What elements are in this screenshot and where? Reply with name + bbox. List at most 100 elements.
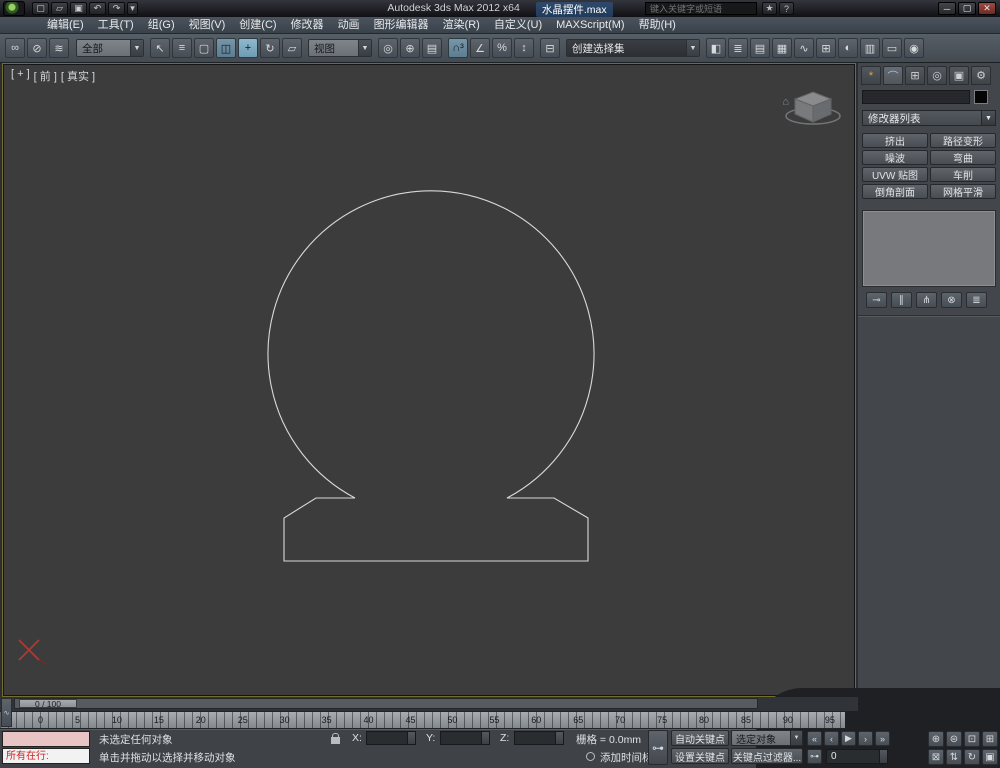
modifier-pathdeform-button[interactable]: 路径变形 bbox=[930, 133, 996, 148]
set-key-button[interactable]: 设置关键点 bbox=[671, 748, 729, 764]
percent-snap-icon[interactable]: % bbox=[492, 38, 512, 58]
render-production-icon[interactable]: ◉ bbox=[904, 38, 924, 58]
named-sets-combo[interactable]: 创建选择集 ▼ bbox=[566, 39, 700, 57]
unlink-icon[interactable]: ⊘ bbox=[27, 38, 47, 58]
new-file-icon[interactable]: ▢ bbox=[32, 2, 49, 15]
z-coordinate-field[interactable] bbox=[514, 731, 564, 745]
mini-curve-editor-icon[interactable]: ∿ bbox=[1, 698, 12, 727]
viewport-shading-menu[interactable]: [ 真实 ] bbox=[61, 68, 95, 84]
show-end-result-icon[interactable]: ∥ bbox=[891, 292, 912, 308]
time-slider-handle[interactable]: 0 / 100 bbox=[19, 699, 77, 709]
make-unique-icon[interactable]: ⋔ bbox=[916, 292, 937, 308]
viewcube[interactable] bbox=[785, 91, 841, 125]
use-pivot-center-icon[interactable]: ◎ bbox=[378, 38, 398, 58]
configure-modifier-sets-icon[interactable]: ≣ bbox=[966, 292, 987, 308]
menu-views[interactable]: 视图(V) bbox=[182, 17, 233, 34]
menu-group[interactable]: 组(G) bbox=[141, 17, 182, 34]
modifier-meshsmooth-button[interactable]: 网格平滑 bbox=[930, 184, 996, 199]
modifier-lathe-button[interactable]: 车削 bbox=[930, 167, 996, 182]
viewport-general-menu[interactable]: [ + ] bbox=[11, 68, 30, 84]
tab-display-icon[interactable]: ▣ bbox=[949, 66, 969, 85]
maximize-viewport-toggle-icon[interactable]: ▣ bbox=[982, 749, 998, 765]
key-mode-toggle-icon[interactable]: ⊶ bbox=[807, 749, 822, 764]
selection-filter-combo[interactable]: 全部 ▼ bbox=[76, 39, 144, 57]
macro-recorder-field[interactable] bbox=[2, 731, 90, 747]
rendered-frame-icon[interactable]: ▭ bbox=[882, 38, 902, 58]
favorites-star-icon[interactable]: ★ bbox=[762, 2, 777, 15]
track-bar-ruler[interactable]: 0 5 10 15 20 25 30 35 40 45 50 55 60 65 … bbox=[0, 711, 845, 729]
chevron-down-icon[interactable]: ▼ bbox=[358, 40, 371, 56]
modifier-noise-button[interactable]: 噪波 bbox=[862, 150, 928, 165]
select-object-icon[interactable]: ↖ bbox=[150, 38, 170, 58]
reference-coord-combo[interactable]: 视图 ▼ bbox=[308, 39, 372, 57]
open-file-icon[interactable]: ▱ bbox=[51, 2, 68, 15]
save-file-icon[interactable]: ▣ bbox=[70, 2, 87, 15]
help-icon[interactable]: ? bbox=[779, 2, 794, 15]
zoom-icon[interactable]: ⊕ bbox=[928, 731, 944, 747]
select-scale-icon[interactable]: ▱ bbox=[282, 38, 302, 58]
x-coordinate-field[interactable] bbox=[366, 731, 416, 745]
modifier-uvwmap-button[interactable]: UVW 贴图 bbox=[862, 167, 928, 182]
tab-hierarchy-icon[interactable]: ⊞ bbox=[905, 66, 925, 85]
key-filters-button[interactable]: 关键点过滤器... bbox=[731, 748, 803, 764]
modifier-stack-list[interactable] bbox=[862, 210, 996, 287]
bind-spacewarp-icon[interactable]: ≋ bbox=[49, 38, 69, 58]
viewcube-home-icon[interactable]: ⌂ bbox=[782, 96, 789, 108]
select-move-icon[interactable]: + bbox=[238, 38, 258, 58]
minimize-button[interactable]: ─ bbox=[938, 2, 956, 15]
menu-customize[interactable]: 自定义(U) bbox=[487, 17, 549, 34]
remove-modifier-icon[interactable]: ⊗ bbox=[941, 292, 962, 308]
menu-rendering[interactable]: 渲染(R) bbox=[436, 17, 487, 34]
quick-access-flyout-icon[interactable]: ▾ bbox=[127, 2, 138, 15]
chevron-down-icon[interactable]: ▼ bbox=[686, 40, 699, 56]
rect-selection-region-icon[interactable]: ▢ bbox=[194, 38, 214, 58]
angle-snap-icon[interactable]: ∠ bbox=[470, 38, 490, 58]
menu-maxscript[interactable]: MAXScript(M) bbox=[549, 17, 631, 34]
zoom-extents-icon[interactable]: ⊡ bbox=[964, 731, 980, 747]
select-manipulate-icon[interactable]: ⊕ bbox=[400, 38, 420, 58]
menu-edit[interactable]: 编辑(E) bbox=[40, 17, 91, 34]
orbit-icon[interactable]: ↻ bbox=[964, 749, 980, 765]
tab-utilities-icon[interactable]: ⚙ bbox=[971, 66, 991, 85]
play-animation-icon[interactable]: ▶ bbox=[841, 731, 856, 746]
snap-3d-icon[interactable]: ∩³ bbox=[448, 38, 468, 58]
zoom-extents-all-icon[interactable]: ⊞ bbox=[982, 731, 998, 747]
tab-modify-icon[interactable]: ⌒ bbox=[883, 66, 903, 85]
modifier-bevelprofile-button[interactable]: 倒角剖面 bbox=[862, 184, 928, 199]
next-frame-icon[interactable]: › bbox=[858, 731, 873, 746]
modifier-bend-button[interactable]: 弯曲 bbox=[930, 150, 996, 165]
menu-help[interactable]: 帮助(H) bbox=[632, 17, 683, 34]
viewport-canvas[interactable] bbox=[3, 64, 855, 696]
schematic-view-icon[interactable]: ⊞ bbox=[816, 38, 836, 58]
menu-animation[interactable]: 动画 bbox=[331, 17, 367, 34]
material-editor-icon[interactable]: ◐ bbox=[838, 38, 858, 58]
selection-lock-icon[interactable] bbox=[331, 733, 340, 744]
menu-graph-editors[interactable]: 图形编辑器 bbox=[367, 17, 436, 34]
chevron-down-icon[interactable]: ▼ bbox=[130, 40, 143, 56]
zoom-all-icon[interactable]: ⊜ bbox=[946, 731, 962, 747]
app-menu-logo-icon[interactable] bbox=[3, 1, 25, 16]
object-name-field[interactable] bbox=[862, 90, 970, 104]
infocenter-search-input[interactable] bbox=[645, 2, 757, 15]
window-crossing-icon[interactable]: ◫ bbox=[216, 38, 236, 58]
tab-create-icon[interactable]: * bbox=[861, 66, 881, 85]
pan-view-icon[interactable]: ⇅ bbox=[946, 749, 962, 765]
curve-editor-icon[interactable]: ∿ bbox=[794, 38, 814, 58]
close-button[interactable]: ✕ bbox=[978, 2, 996, 15]
key-selection-combo[interactable]: 选定对象 ▼ bbox=[731, 730, 803, 746]
time-slider-track[interactable]: 0 / 100 bbox=[14, 698, 758, 709]
chevron-down-icon[interactable]: ▼ bbox=[790, 731, 802, 745]
maximize-button[interactable]: ▢ bbox=[958, 2, 976, 15]
object-color-swatch[interactable] bbox=[974, 90, 988, 104]
previous-frame-icon[interactable]: ‹ bbox=[824, 731, 839, 746]
keyboard-override-icon[interactable]: ▤ bbox=[422, 38, 442, 58]
pin-stack-icon[interactable]: ⊸ bbox=[866, 292, 887, 308]
undo-icon[interactable]: ↶ bbox=[89, 2, 106, 15]
front-viewport[interactable]: [ + ] [ 前 ] [ 真实 ] ⌂ bbox=[2, 63, 856, 697]
viewport-pov-menu[interactable]: [ 前 ] bbox=[34, 68, 57, 84]
menu-modifiers[interactable]: 修改器 bbox=[284, 17, 331, 34]
maxscript-mini-listener[interactable]: 所有在行: bbox=[2, 748, 90, 764]
select-by-name-icon[interactable]: ≡ bbox=[172, 38, 192, 58]
go-to-start-icon[interactable]: « bbox=[807, 731, 822, 746]
go-to-end-icon[interactable]: » bbox=[875, 731, 890, 746]
